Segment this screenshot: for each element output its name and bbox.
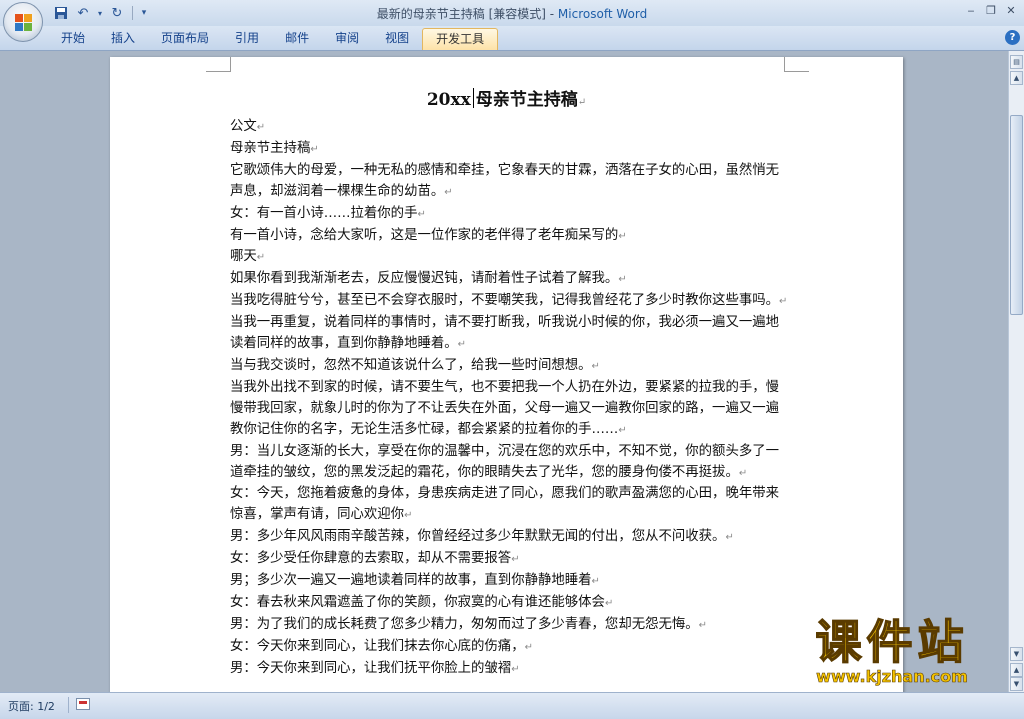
status-separator	[68, 697, 69, 713]
paragraph-mark-icon: ↵	[256, 122, 266, 133]
tab-page-layout[interactable]: 页面布局	[148, 28, 222, 49]
paragraph-mark-icon: ↵	[404, 510, 413, 522]
paragraph-mark-icon: ↵	[779, 296, 788, 308]
title-year: 20xx	[426, 90, 471, 110]
paragraph: 男：多少年风风雨雨辛酸苦辣，你曾经经过多少年默默无闻的付出，您从不问收获。↵	[230, 529, 734, 545]
paragraph: 当我一再重复，说着同样的事情时，请不要打断我，听我说小时候的你，我必须一遍又一遍…	[230, 315, 780, 352]
office-logo-icon	[15, 14, 32, 31]
paragraph-mark-icon: ↵	[618, 274, 627, 286]
help-icon[interactable]: ?	[1005, 30, 1020, 45]
paragraph: 女：今天，您拖着疲惫的身体，身患疾病走进了同心，愿我们的歌声盈满您的心田，晚年带…	[230, 486, 780, 523]
tab-insert[interactable]: 插入	[98, 28, 148, 49]
page-count[interactable]: 页面: 1/2	[8, 698, 55, 714]
watermark-title: 课件站	[815, 615, 969, 669]
paragraph-mark-icon: ↵	[591, 576, 600, 588]
paragraph: 当我吃得脏兮兮，甚至已不会穿衣服时，不要嘲笑我，记得我曾经花了多少时教你这些事吗…	[230, 293, 788, 309]
document-name: 最新的母亲节主持稿 [兼容模式] -	[376, 7, 558, 21]
paragraph: 母亲节主持稿↵	[230, 140, 319, 156]
paragraph-mark-icon: ↵	[256, 252, 266, 264]
paragraph-mark-icon: ↵	[511, 554, 520, 566]
paragraph: 女：春去秋来风霜遮盖了你的笑颜，你寂寞的心有谁还能够体会↵	[230, 594, 614, 610]
paragraph-mark-icon: ↵	[511, 663, 520, 675]
paragraph: 如果你看到我渐渐老去，反应慢慢迟钝，请耐着性子试着了解我。↵	[230, 271, 627, 287]
paragraph: 有一首小诗，念给大家听，这是一位作家的老伴得了老年痴呆写的↵	[230, 227, 627, 243]
text-cursor	[472, 88, 474, 108]
paragraph-mark-icon: ↵	[524, 641, 533, 653]
paragraph-mark-icon: ↵	[618, 230, 627, 242]
status-bar: 页面: 1/2	[0, 692, 1024, 719]
paragraph-mark-icon: ↵	[444, 186, 453, 198]
paragraph: 男：今天你来到同心，让我们抚平你脸上的皱褶↵	[230, 660, 520, 676]
document-body: 公文↵ 母亲节主持稿↵ 它歌颂伟大的母爱，一种无私的感情和牵挂，它象春天的甘霖，…	[230, 117, 790, 681]
paragraph: 女：多少受任你肆意的去索取，却从不需要报答↵	[230, 551, 520, 567]
tab-mailings[interactable]: 邮件	[272, 28, 322, 49]
paragraph-mark-icon: ↵	[310, 143, 319, 155]
tab-references[interactable]: 引用	[222, 28, 272, 49]
watermark: 课件站 www.kjzhan.com	[772, 615, 1012, 692]
document-title: 20xx 母亲节主持稿↵	[110, 85, 903, 110]
paragraph: 公文↵	[230, 119, 266, 134]
paragraph-mark-icon: ↵	[417, 208, 426, 220]
proofing-icon[interactable]	[76, 698, 90, 710]
office-button[interactable]	[3, 2, 43, 42]
margin-corner-top-right	[784, 57, 809, 72]
ribbon: 开始 插入 页面布局 引用 邮件 审阅 视图 开发工具 ?	[0, 26, 1024, 51]
paragraph-mark-icon: ↵	[591, 360, 600, 372]
paragraph: 男；多少次一遍又一遍地读着同样的故事，直到你静静地睡着↵	[230, 573, 600, 589]
minimize-icon[interactable]: ‒	[962, 2, 980, 18]
tab-home[interactable]: 开始	[48, 28, 98, 49]
scroll-up-icon[interactable]: ▲	[1010, 71, 1023, 85]
app-name: Microsoft Word	[557, 7, 648, 21]
tab-review[interactable]: 审阅	[322, 28, 372, 49]
paragraph: 哪天↵	[230, 249, 266, 265]
paragraph: 它歌颂伟大的母爱，一种无私的感情和牵挂，它象春天的甘霖，洒落在子女的心田，虽然悄…	[230, 162, 780, 199]
paragraph-mark-icon: ↵	[618, 424, 627, 436]
document-page[interactable]: 20xx 母亲节主持稿↵ 公文↵ 母亲节主持稿↵ 它歌颂伟大的母爱，一种无私的感情…	[110, 57, 903, 692]
window-controls: ‒ ❐ ✕	[962, 2, 1020, 18]
paragraph: 当我外出找不到家的时候，请不要生气，也不要把我一个人扔在外边，要紧紧的拉我的手，…	[230, 379, 780, 437]
window-title: 最新的母亲节主持稿 [兼容模式] - Microsoft Word	[0, 5, 1024, 22]
paragraph-mark-icon: ↵	[738, 467, 748, 479]
paragraph-mark-icon: ↵	[725, 532, 734, 544]
close-icon[interactable]: ✕	[1002, 2, 1020, 18]
restore-icon[interactable]: ❐	[982, 2, 1000, 18]
paragraph: 女：今天你来到同心，让我们抹去你心底的伤痛，↵	[230, 638, 533, 654]
paragraph: 当与我交谈时，忽然不知道该说什么了，给我一些时间想想。↵	[230, 357, 600, 373]
paragraph: 男：当儿女逐渐的长大，享受在你的温馨中，沉浸在您的欢乐中，不知不觉，你的额头多了…	[230, 443, 780, 480]
ribbon-tabs: 开始 插入 页面布局 引用 邮件 审阅 视图 开发工具	[48, 28, 499, 50]
tab-view[interactable]: 视图	[372, 28, 422, 49]
paragraph-mark-icon: ↵	[577, 97, 587, 108]
document-area: 20xx 母亲节主持稿↵ 公文↵ 母亲节主持稿↵ 它歌颂伟大的母爱，一种无私的感情…	[0, 51, 1008, 692]
watermark-url: www.kjzhan.com	[816, 667, 968, 686]
margin-corner-top-left	[206, 57, 231, 72]
paragraph-mark-icon: ↵	[604, 597, 614, 609]
paragraph: 女：有一首小诗……拉着你的手↵	[230, 205, 426, 221]
paragraph-mark-icon: ↵	[698, 619, 708, 631]
title-bar: ↶ ▾ ↻ ▾ 最新的母亲节主持稿 [兼容模式] - Microsoft Wor…	[0, 0, 1024, 26]
paragraph-mark-icon: ↵	[457, 339, 467, 351]
scroll-thumb[interactable]	[1010, 115, 1023, 315]
ruler-toggle-icon[interactable]: ▤	[1010, 55, 1023, 69]
title-text: 母亲节主持稿	[475, 90, 578, 110]
paragraph: 男：为了我们的成长耗费了您多少精力，匆匆而过了多少青春，您却无怨无悔。↵	[230, 616, 708, 632]
vertical-scrollbar[interactable]: ▤ ▲ ▼ ▲ ▼	[1008, 51, 1024, 692]
tab-developer[interactable]: 开发工具	[422, 28, 499, 50]
